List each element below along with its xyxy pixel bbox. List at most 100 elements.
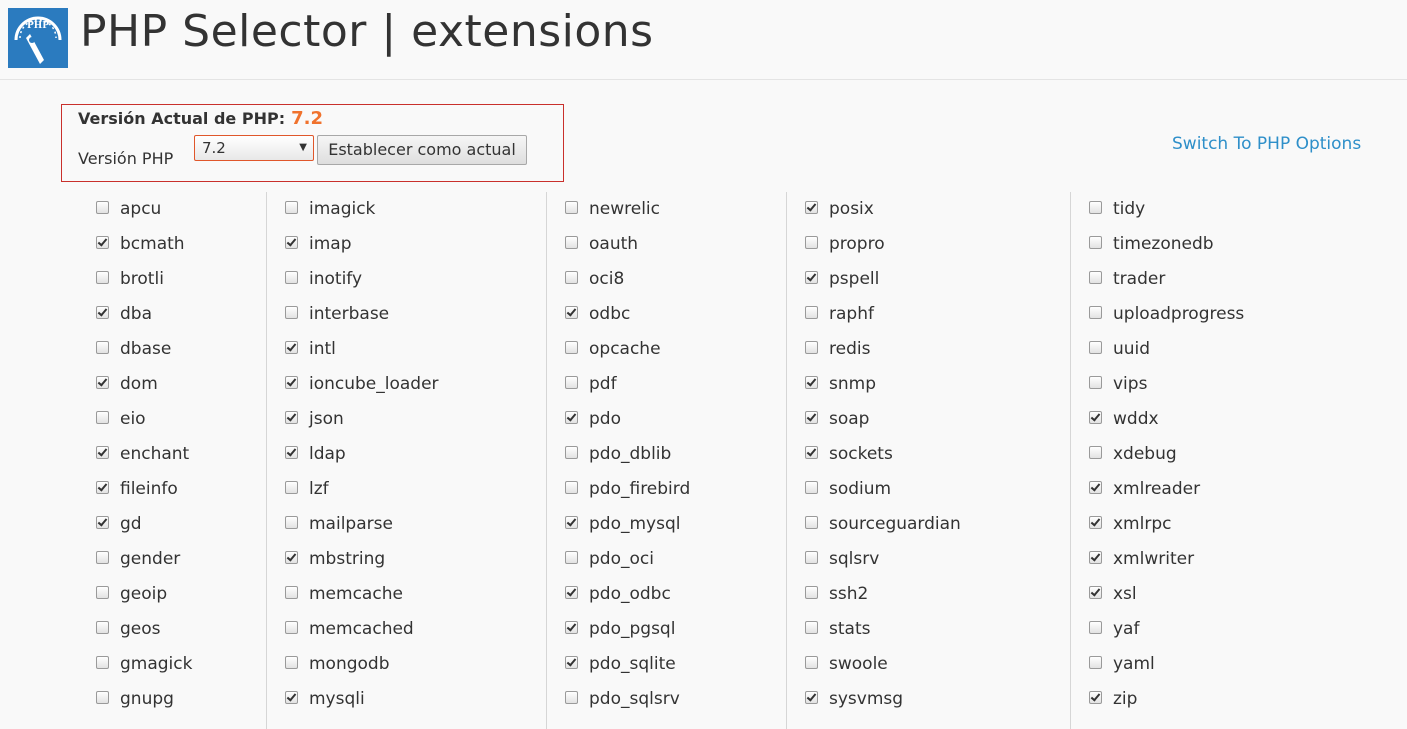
extension-label: pdo_sqlite — [589, 654, 676, 674]
extension-label: ldap — [309, 444, 346, 464]
extension-checkbox[interactable] — [285, 376, 298, 389]
extension-checkbox[interactable] — [285, 691, 298, 704]
extension-checkbox[interactable] — [805, 411, 818, 424]
current-version-value: 7.2 — [291, 108, 323, 129]
extension-checkbox[interactable] — [285, 306, 298, 319]
extension-checkbox[interactable] — [805, 271, 818, 284]
extension-checkbox[interactable] — [96, 446, 109, 459]
extension-checkbox[interactable] — [1089, 306, 1102, 319]
extension-checkbox[interactable] — [565, 551, 578, 564]
extension-label: dom — [120, 374, 158, 394]
extension-label: enchant — [120, 444, 190, 464]
extension-checkbox[interactable] — [565, 481, 578, 494]
extension-checkbox[interactable] — [565, 586, 578, 599]
extension-checkbox[interactable] — [565, 341, 578, 354]
set-as-current-button[interactable]: Establecer como actual — [317, 135, 527, 165]
extension-checkbox[interactable] — [805, 341, 818, 354]
extension-checkbox[interactable] — [285, 271, 298, 284]
extension-checkbox[interactable] — [96, 341, 109, 354]
extension-checkbox[interactable] — [565, 621, 578, 634]
extension-checkbox[interactable] — [285, 656, 298, 669]
extension-checkbox[interactable] — [805, 376, 818, 389]
switch-to-php-options-link[interactable]: Switch To PHP Options — [1172, 134, 1361, 154]
extension-checkbox[interactable] — [96, 481, 109, 494]
extension-checkbox[interactable] — [96, 516, 109, 529]
extension-checkbox[interactable] — [805, 586, 818, 599]
extension-checkbox[interactable] — [1089, 411, 1102, 424]
extension-checkbox[interactable] — [96, 621, 109, 634]
extension-label: pdo_sqlsrv — [589, 689, 680, 709]
extension-checkbox[interactable] — [805, 656, 818, 669]
extension-label: mailparse — [309, 514, 393, 534]
extension-checkbox[interactable] — [1089, 656, 1102, 669]
extension-checkbox[interactable] — [805, 236, 818, 249]
extension-checkbox[interactable] — [96, 656, 109, 669]
extension-label: wddx — [1113, 409, 1159, 429]
extension-label: imagick — [309, 199, 376, 219]
extension-checkbox[interactable] — [285, 411, 298, 424]
extension-checkbox[interactable] — [565, 376, 578, 389]
extension-checkbox[interactable] — [1089, 201, 1102, 214]
extension-checkbox[interactable] — [96, 586, 109, 599]
extension-checkbox[interactable] — [1089, 551, 1102, 564]
extension-checkbox[interactable] — [565, 516, 578, 529]
extension-checkbox[interactable] — [1089, 586, 1102, 599]
extension-label: raphf — [829, 304, 874, 324]
extension-label: xmlreader — [1113, 479, 1201, 499]
php-version-select[interactable]: 7.2 ▼ — [194, 135, 314, 161]
extension-checkbox[interactable] — [96, 551, 109, 564]
extension-checkbox[interactable] — [565, 656, 578, 669]
extension-checkbox[interactable] — [285, 341, 298, 354]
extension-checkbox[interactable] — [1089, 236, 1102, 249]
extension-checkbox[interactable] — [96, 271, 109, 284]
extension-checkbox[interactable] — [1089, 481, 1102, 494]
extension-checkbox[interactable] — [1089, 691, 1102, 704]
extension-checkbox[interactable] — [285, 551, 298, 564]
extension-checkbox[interactable] — [285, 481, 298, 494]
extension-label: trader — [1113, 269, 1166, 289]
extension-checkbox[interactable] — [96, 236, 109, 249]
extension-checkbox[interactable] — [565, 411, 578, 424]
extension-checkbox[interactable] — [565, 236, 578, 249]
extension-label: xsl — [1113, 584, 1137, 604]
extension-checkbox[interactable] — [805, 446, 818, 459]
extension-checkbox[interactable] — [285, 516, 298, 529]
extension-label: tidy — [1113, 199, 1146, 219]
extension-checkbox[interactable] — [1089, 516, 1102, 529]
extension-checkbox[interactable] — [565, 271, 578, 284]
extension-checkbox[interactable] — [565, 691, 578, 704]
extension-checkbox[interactable] — [1089, 376, 1102, 389]
extension-label: memcache — [309, 584, 403, 604]
extension-checkbox[interactable] — [96, 376, 109, 389]
extension-checkbox[interactable] — [1089, 271, 1102, 284]
extension-label: gmagick — [120, 654, 193, 674]
extension-checkbox[interactable] — [565, 201, 578, 214]
extension-checkbox[interactable] — [1089, 446, 1102, 459]
extension-checkbox[interactable] — [805, 691, 818, 704]
extension-checkbox[interactable] — [285, 236, 298, 249]
extension-checkbox[interactable] — [805, 621, 818, 634]
column-divider — [786, 192, 787, 729]
extension-checkbox[interactable] — [565, 306, 578, 319]
extension-checkbox[interactable] — [96, 306, 109, 319]
extension-label: stats — [829, 619, 871, 639]
extension-checkbox[interactable] — [285, 586, 298, 599]
extension-label: pdo_firebird — [589, 479, 691, 499]
extension-checkbox[interactable] — [805, 306, 818, 319]
extension-label: yaf — [1113, 619, 1140, 639]
extension-checkbox[interactable] — [285, 201, 298, 214]
extension-checkbox[interactable] — [1089, 341, 1102, 354]
extension-checkbox[interactable] — [96, 201, 109, 214]
column-divider — [1070, 192, 1071, 729]
extension-checkbox[interactable] — [805, 201, 818, 214]
extension-label: mysqli — [309, 689, 365, 709]
extension-checkbox[interactable] — [1089, 621, 1102, 634]
extension-checkbox[interactable] — [565, 446, 578, 459]
extension-checkbox[interactable] — [805, 516, 818, 529]
extension-checkbox[interactable] — [805, 551, 818, 564]
extension-checkbox[interactable] — [285, 621, 298, 634]
extension-checkbox[interactable] — [285, 446, 298, 459]
extension-checkbox[interactable] — [96, 691, 109, 704]
extension-checkbox[interactable] — [805, 481, 818, 494]
extension-checkbox[interactable] — [96, 411, 109, 424]
